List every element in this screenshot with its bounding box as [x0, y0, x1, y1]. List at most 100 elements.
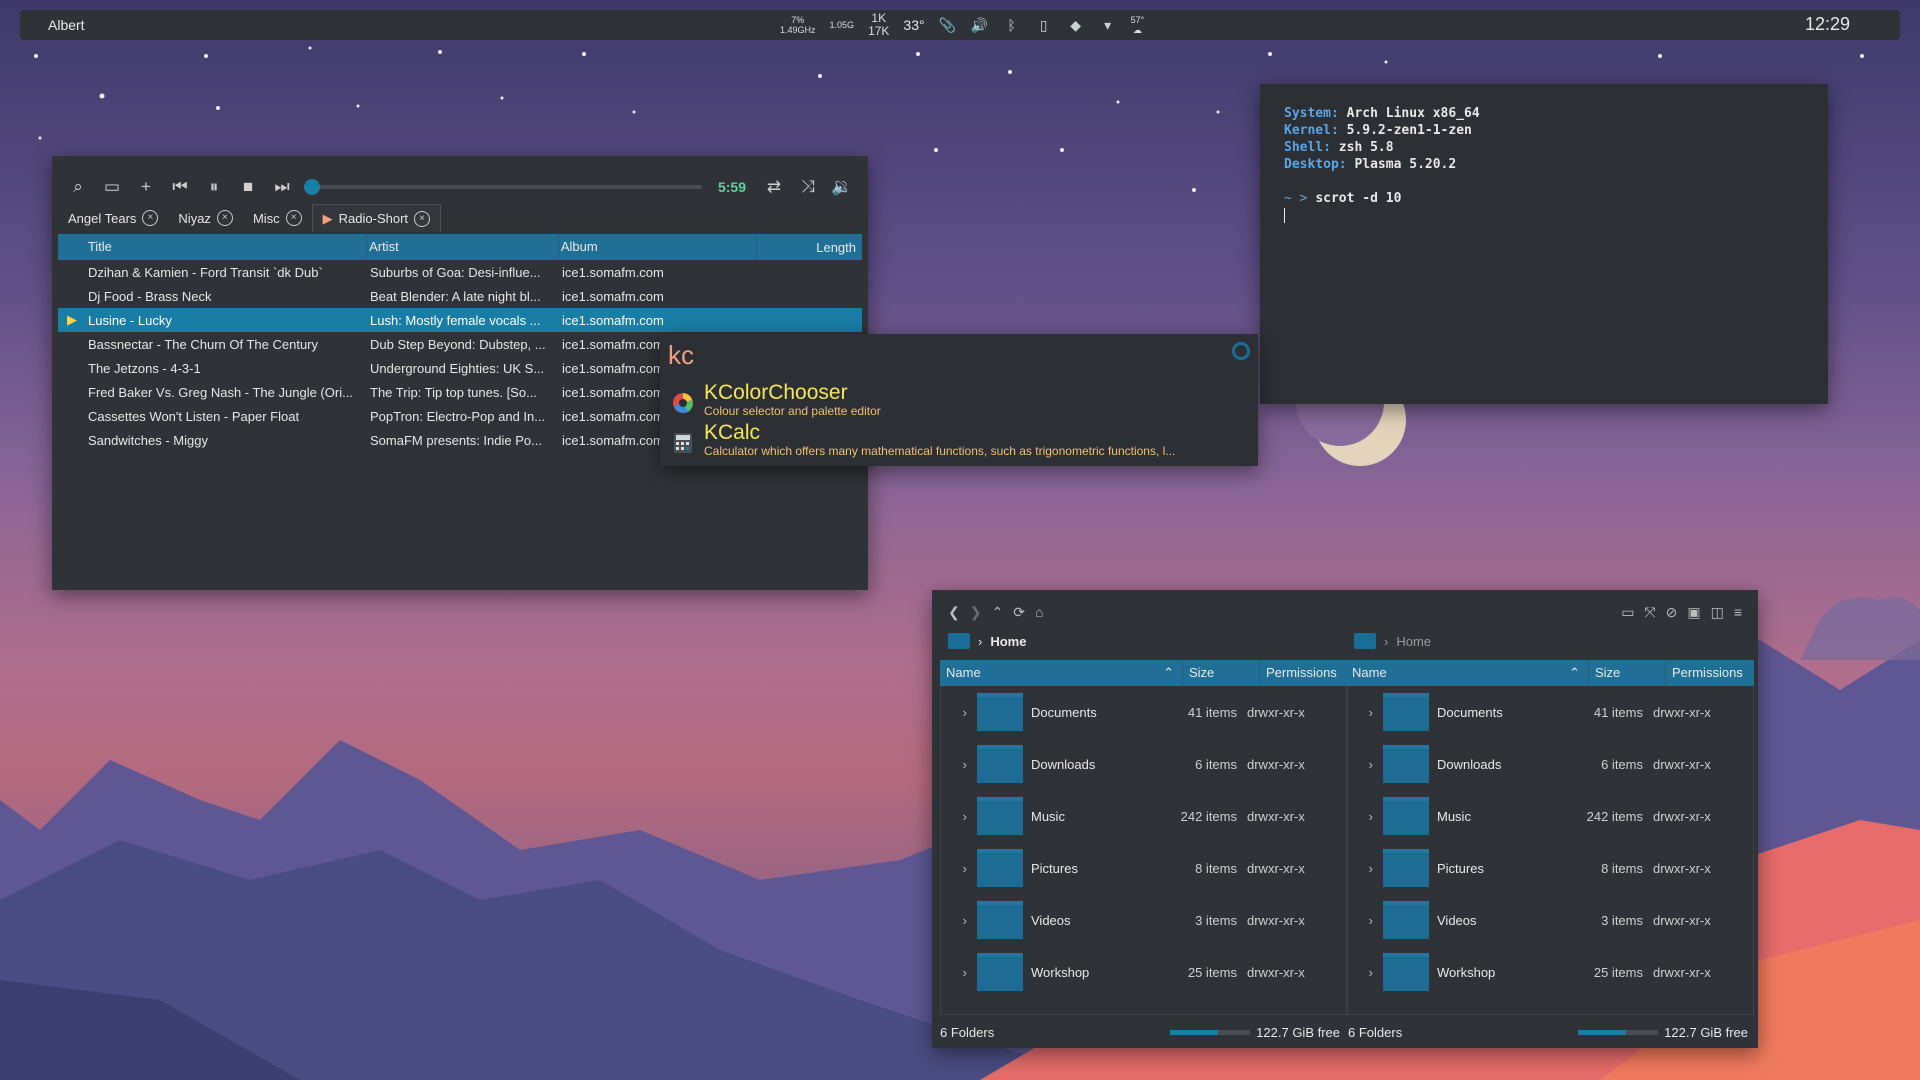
paperclip-icon[interactable]: 📎 — [939, 16, 957, 34]
disk-usage-bar — [1170, 1029, 1251, 1035]
list-item[interactable]: › Pictures 8 items drwxr-xr-x — [941, 842, 1347, 894]
playlist-tab-misc[interactable]: Misc × — [243, 204, 312, 232]
folder-list: › Documents 41 items drwxr-xr-x › Downloads 6… — [1346, 686, 1754, 1015]
new-folder-icon[interactable]: ▭ — [1621, 604, 1634, 621]
column-length[interactable]: Length — [757, 240, 862, 255]
seek-slider[interactable] — [304, 179, 702, 195]
expand-icon[interactable]: ⤧ — [1644, 604, 1655, 621]
expand-icon: › — [962, 704, 967, 720]
weather-widget[interactable]: 57° ☁ — [1131, 15, 1145, 35]
phone-icon[interactable]: ▯ — [1035, 16, 1053, 34]
expand-icon: › — [962, 808, 967, 824]
column-size[interactable]: Size — [1589, 660, 1666, 686]
list-item[interactable]: › Workshop 25 items drwxr-xr-x — [941, 946, 1347, 998]
stop-icon[interactable]: ■ — [236, 175, 260, 199]
folder-icon — [1383, 849, 1429, 887]
table-header: Name ⌃ Size Permissions — [940, 660, 1348, 686]
list-item[interactable]: › Downloads 6 items drwxr-xr-x — [941, 738, 1347, 790]
reload-icon[interactable]: ⟳ — [1013, 604, 1025, 621]
sort-up-icon: ⌃ — [1569, 665, 1580, 680]
status-bar-right: 6 Folders 122.7 GiB free — [1348, 1024, 1748, 1040]
folder-icon — [1383, 953, 1429, 991]
previous-track-icon[interactable]: ⏮ — [168, 175, 192, 199]
next-track-icon[interactable]: ⏭ — [270, 175, 294, 199]
launcher-query-input[interactable]: kc — [668, 340, 694, 371]
up-icon[interactable]: ⌃ — [991, 604, 1003, 621]
expand-icon: › — [962, 964, 967, 980]
menu-icon[interactable]: ≡ — [1734, 604, 1742, 620]
expand-icon: › — [1368, 756, 1373, 772]
list-item[interactable]: › Pictures 8 items drwxr-xr-x — [1347, 842, 1753, 894]
folder-open-icon[interactable]: ▭ — [100, 175, 124, 199]
playlist-tab-niyaz[interactable]: Niyaz × — [168, 204, 243, 232]
repeat-icon[interactable]: ⇄ — [762, 175, 786, 199]
play-icon: ▶ — [322, 210, 333, 226]
volume-icon[interactable]: 🔉 — [830, 175, 854, 199]
search-icon[interactable]: ⌕ — [66, 175, 90, 199]
launcher-result-kcalc[interactable]: KCalc Calculator which offers many mathe… — [672, 422, 1175, 458]
column-title[interactable]: Title — [86, 234, 368, 260]
cpu-monitor[interactable]: 7% 1.49GHz — [780, 15, 816, 35]
folder-icon — [1383, 797, 1429, 835]
file-manager-window: ❮ ❯ ⌃ ⟳ ⌂ ▭ ⤧ ⊘ ▣ ◫ ≡ › Home Name ⌃ Size … — [932, 590, 1758, 1048]
launcher-popup: kc KColorChooser Colour selector and pal… — [660, 334, 1258, 466]
table-row[interactable]: Dj Food - Brass Neck Beat Blender: A late… — [58, 284, 862, 308]
preview-icon[interactable]: ▣ — [1687, 604, 1700, 621]
pause-icon[interactable]: ⏸ — [202, 175, 226, 199]
right-pane: › Home Name ⌃ Size Permissions › Documents… — [1346, 628, 1754, 1016]
text-cursor — [1284, 208, 1285, 223]
settings-icon[interactable] — [1232, 342, 1250, 360]
launcher-result-kcolorchooser[interactable]: KColorChooser Colour selector and palett… — [672, 382, 881, 418]
list-item[interactable]: › Music 242 items drwxr-xr-x — [941, 790, 1347, 842]
memory-monitor[interactable]: 1.05G — [830, 20, 855, 30]
close-icon[interactable]: × — [142, 210, 159, 226]
column-permissions[interactable]: Permissions — [1260, 660, 1348, 686]
clock[interactable]: 12:29 — [1805, 14, 1850, 35]
sysinfo-line: Kernel: 5.9.2-zen1-1-zen — [1284, 123, 1472, 138]
hidden-files-icon[interactable]: ⊘ — [1666, 604, 1678, 621]
network-monitor[interactable]: 1K 17K — [868, 12, 889, 38]
table-row-playing[interactable]: ▶ Lusine - Lucky Lush: Mostly female vocal… — [58, 308, 862, 332]
table-row[interactable]: Dzihan & Kamien - Ford Transit `dk Dub` S… — [58, 260, 862, 284]
chevron-right-icon: › — [1384, 633, 1389, 649]
list-item[interactable]: › Videos 3 items drwxr-xr-x — [1347, 894, 1753, 946]
folder-icon — [977, 953, 1023, 991]
list-item[interactable]: › Videos 3 items drwxr-xr-x — [941, 894, 1347, 946]
column-permissions[interactable]: Permissions — [1666, 660, 1754, 686]
volume-icon[interactable]: 🔊 — [971, 16, 989, 34]
playlist-tab-angel-tears[interactable]: Angel Tears × — [58, 204, 168, 232]
temperature-readout[interactable]: 33° — [903, 17, 924, 33]
bluetooth-icon[interactable]: ᛒ — [1003, 16, 1021, 34]
close-icon[interactable]: × — [285, 210, 302, 226]
top-panel: Albert 7% 1.49GHz 1.05G 1K 17K 33° 📎 🔊 ᛒ ▯… — [20, 10, 1900, 40]
list-item[interactable]: › Documents 41 items drwxr-xr-x — [941, 686, 1347, 738]
calculator-icon — [674, 433, 692, 453]
forward-icon[interactable]: ❯ — [970, 604, 982, 621]
list-item[interactable]: › Music 242 items drwxr-xr-x — [1347, 790, 1753, 842]
split-view-icon[interactable]: ◫ — [1711, 604, 1724, 621]
list-item[interactable]: › Downloads 6 items drwxr-xr-x — [1347, 738, 1753, 790]
shuffle-icon[interactable]: ⤨ — [796, 175, 820, 199]
column-album[interactable]: Album — [559, 234, 757, 260]
home-icon[interactable]: ⌂ — [1035, 604, 1043, 620]
back-icon[interactable]: ❮ — [948, 604, 960, 621]
add-icon[interactable]: + — [134, 175, 158, 199]
app-launcher-label[interactable]: Albert — [48, 17, 85, 33]
column-name[interactable]: Name ⌃ — [940, 660, 1183, 686]
terminal-window[interactable]: System: Arch Linux x86_64 Kernel: 5.9.2-… — [1260, 84, 1828, 404]
playlist-tab-radio-short[interactable]: ▶ Radio-Short × — [311, 204, 442, 232]
chevron-down-icon[interactable]: ▾ — [1099, 16, 1117, 34]
column-name[interactable]: Name ⌃ — [1346, 660, 1589, 686]
close-icon[interactable]: × — [414, 210, 431, 227]
folder-icon — [977, 693, 1023, 731]
column-artist[interactable]: Artist — [367, 234, 559, 260]
list-item[interactable]: › Workshop 25 items drwxr-xr-x — [1347, 946, 1753, 998]
close-icon[interactable]: × — [216, 210, 233, 226]
expand-icon: › — [962, 756, 967, 772]
column-size[interactable]: Size — [1183, 660, 1260, 686]
seek-handle[interactable] — [304, 179, 320, 195]
player-toolbar: ⌕ ▭ + ⏮ ⏸ ■ ⏭ 5:59 ⇄ ⤨ 🔉 — [66, 170, 854, 204]
wifi-icon[interactable]: ◆ — [1067, 16, 1085, 34]
list-item[interactable]: › Documents 41 items drwxr-xr-x — [1347, 686, 1753, 738]
folder-icon — [1383, 745, 1429, 783]
